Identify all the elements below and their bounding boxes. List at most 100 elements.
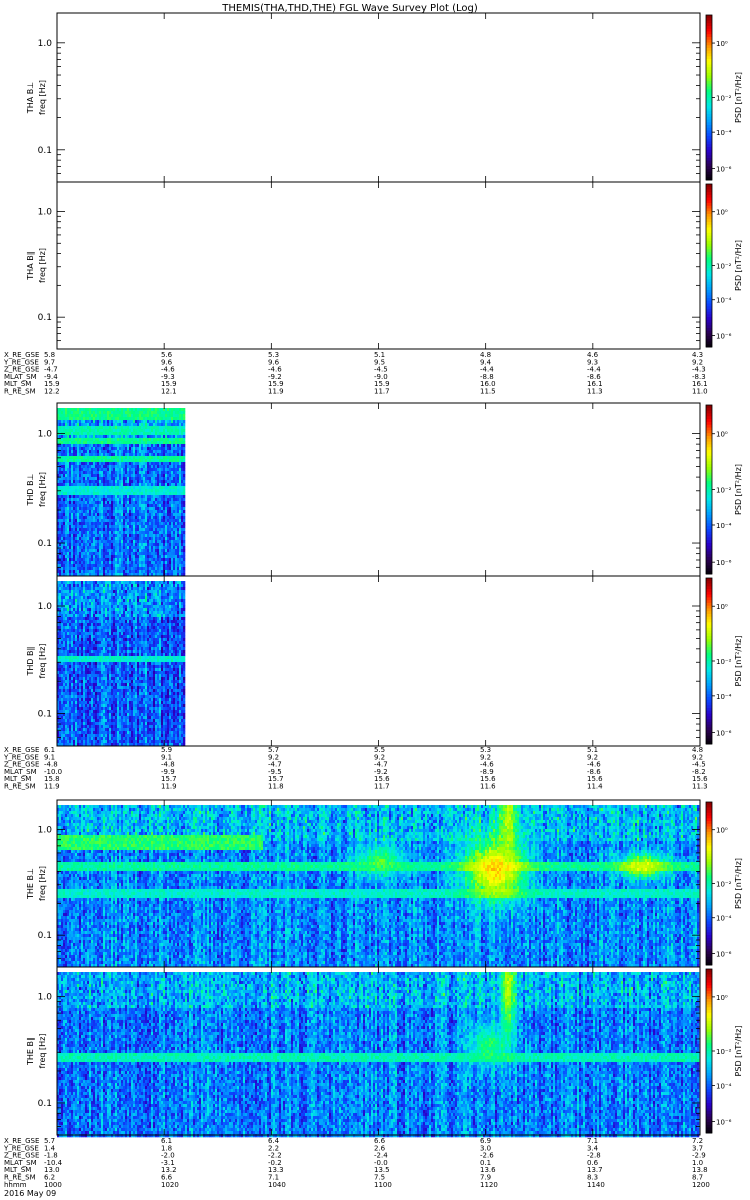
ephemeris-value: 12.1 (161, 388, 177, 396)
ephemeris-value: 11.8 (268, 783, 284, 791)
y-tick-label: 0.1 (38, 539, 52, 549)
y-tick-label: 1.0 (38, 993, 53, 1003)
spectrogram-thd-bperp (57, 408, 185, 576)
y-tick-label: 1.0 (38, 39, 53, 49)
colorbar-tick-label: 10⁰ (716, 827, 728, 835)
y-axis-label: freq [Hz] (38, 866, 47, 901)
panel-frame (57, 182, 700, 349)
colorbar-the-bperp: 10⁰ 10⁻² 10⁻⁴ 10⁻⁶ PSD [nT²/Hz] (706, 802, 743, 966)
y-tick-label: 1.0 (38, 825, 53, 835)
colorbar-tick-label: 10⁻⁴ (716, 693, 732, 701)
ephemeris-value: 1020 (161, 1181, 179, 1189)
y-axis-label: THA B⊥ (26, 82, 35, 114)
ephemeris-value: 11.7 (374, 388, 390, 396)
y-tick-label: 0.1 (38, 931, 52, 941)
y-axis-label: freq [Hz] (38, 248, 47, 283)
colorbar-tick-label: 10⁰ (716, 40, 728, 48)
colorbar-thd-bpar: 10⁰ 10⁻² 10⁻⁴ 10⁻⁶ PSD [nT²/Hz] (706, 578, 743, 745)
ephemeris-value: 1140 (587, 1181, 605, 1189)
panel-the-bpar: 1.0 0.1 THE B∥ freq [Hz] (26, 967, 700, 1137)
colorbar-tick-label: 10⁻² (716, 95, 732, 103)
y-axis-label: THE B⊥ (26, 868, 35, 900)
y-tick-label: 0.1 (38, 1099, 52, 1109)
colorbar-tick-label: 10⁻⁶ (716, 559, 732, 567)
colorbar-tick-label: 10⁰ (716, 209, 728, 217)
ephemeris-label: R_RE_SM (4, 388, 36, 396)
ephemeris-value: 11.3 (692, 783, 708, 791)
colorbar-tick-label: 10⁻² (716, 658, 732, 666)
figure-title: THEMIS(THA,THD,THE) FGL Wave Survey Plot… (221, 3, 478, 14)
ephemeris-value: 1100 (374, 1181, 392, 1189)
colorbar-tick-label: 10⁻⁶ (716, 951, 732, 959)
spectrogram-the-bpar (57, 972, 699, 1137)
ephemeris-value: 1200 (692, 1181, 710, 1189)
ephemeris-label: hhmm (4, 1181, 27, 1189)
colorbar-tick-label: 10⁰ (716, 603, 728, 611)
spectrogram-thd-bpar (57, 581, 185, 746)
ephemeris-value: 11.9 (161, 783, 177, 791)
colorbar-tick-label: 10⁻² (716, 263, 732, 271)
colorbar-tick-label: 10⁻⁶ (716, 729, 732, 737)
spectrogram-the-bperp (57, 805, 699, 967)
y-axis-label: THD B⊥ (26, 473, 35, 506)
panel-thd-bpar: 1.0 0.1 THD B∥ freq [Hz] (26, 576, 700, 746)
colorbar-tick-label: 10⁻² (716, 1048, 732, 1056)
y-tick-label: 0.1 (38, 313, 52, 323)
colorbar-tick-label: 10⁻⁴ (716, 522, 732, 530)
ephemeris-value: 1040 (268, 1181, 286, 1189)
colorbar-label: PSD [nT²/Hz] (734, 240, 743, 291)
colorbar-label: PSD [nT²/Hz] (734, 1026, 743, 1077)
colorbar-label: PSD [nT²/Hz] (734, 464, 743, 515)
panel-tha-bperp: 1.0 0.1 THA B⊥ freq [Hz] (26, 13, 700, 182)
colorbar-label: PSD [nT²/Hz] (734, 858, 743, 909)
ephemeris-value: 1120 (480, 1181, 498, 1189)
colorbar-tick-label: 10⁻⁴ (716, 915, 732, 923)
ephemeris-value: 11.0 (692, 388, 708, 396)
ephemeris-value: 11.7 (374, 783, 390, 791)
ephemeris-value: 1000 (44, 1181, 62, 1189)
y-axis-label: THD B∥ (26, 646, 35, 676)
colorbar-tick-label: 10⁻⁶ (716, 1119, 732, 1127)
colorbar-thd-bperp: 10⁰10⁻²10⁻⁴10⁻⁶PSD [nT²/Hz] (706, 405, 743, 575)
colorbar-tick-label: 10⁰ (716, 431, 728, 439)
ephemeris-value: 12.2 (44, 388, 60, 396)
colorbar-tick-label: 10⁻⁴ (716, 1082, 732, 1090)
colorbar-the-bpar: 10⁰ 10⁻² 10⁻⁴ 10⁻⁶ PSD [nT²/Hz] (706, 969, 743, 1134)
ephemeris-value: 11.9 (44, 783, 60, 791)
colorbar-tha-bpar: 10⁰10⁻²10⁻⁴10⁻⁶PSD [nT²/Hz] (706, 184, 743, 348)
colorbar-tha-bperp: 10⁰ 10⁻² 10⁻⁴ 10⁻⁶ PSD [nT²/Hz] (706, 15, 743, 181)
panel-tha-bpar: 1.00.1THA B∥ freq [Hz] (26, 182, 700, 349)
the-ephem: X_RE_GSE 5.7 6.1 6.4 6.6 6.9 7.1 7.2Y_RE_GSE 1.4… (3, 1137, 710, 1189)
ephemeris-value: 11.9 (268, 388, 284, 396)
y-tick-label: 0.1 (38, 710, 52, 720)
thd-ephem: X_RE_GSE 6.1 5.9 5.7 5.5 5.3 5.1 4.8Y_RE_GSE 9.1… (3, 746, 708, 791)
tha-ephem: X_RE_GSE 5.8 5.6 5.3 5.1 4.8 4.6 4.3Y_RE_GSE 9.7… (3, 351, 708, 396)
colorbar-tick-label: 10⁻⁴ (716, 297, 732, 305)
colorbar-tick-label: 10⁻⁶ (716, 165, 732, 173)
colorbar-label: PSD [nT²/Hz] (734, 72, 743, 123)
y-axis-label: freq [Hz] (38, 644, 47, 679)
y-tick-label: 1.0 (38, 430, 53, 440)
y-axis-label: THE B∥ (26, 1037, 35, 1066)
ephemeris-value: 11.5 (480, 388, 496, 396)
y-axis-label: freq [Hz] (38, 80, 47, 115)
date-label: 2016 May 09 (4, 1189, 56, 1198)
spectrogram-panels: 1.00.1THA B⊥ freq [Hz]1.00.1THA B∥ freq [H… (26, 13, 700, 1137)
ephemeris-label: R_RE_SM (4, 783, 36, 791)
colorbar-tick-label: 10⁻⁴ (716, 129, 732, 137)
panel-thd-bperp: 1.0 0.1 THD B⊥ freq [Hz] (26, 403, 700, 576)
y-tick-label: 1.0 (38, 602, 53, 612)
colorbars: 10⁰10⁻²10⁻⁴10⁻⁶PSD [nT²/Hz]10⁰10⁻²10⁻⁴10… (706, 15, 743, 1134)
colorbar-tick-label: 10⁻² (716, 881, 732, 889)
ephemeris-value: 11.3 (587, 388, 603, 396)
colorbar-label: PSD [nT²/Hz] (734, 636, 743, 687)
wave-survey-figure: THEMIS(THA,THD,THE) FGL Wave Survey Plot… (0, 0, 750, 1200)
y-axis-label: freq [Hz] (38, 1034, 47, 1069)
y-tick-label: 0.1 (38, 146, 52, 156)
y-axis-label: freq [Hz] (38, 472, 47, 507)
y-axis-label: THA B∥ (26, 251, 35, 280)
ephemeris-value: 11.4 (587, 783, 603, 791)
colorbar-tick-label: 10⁰ (716, 994, 728, 1002)
panel-the-bperp: 1.0 0.1 THE B⊥ freq [Hz] (26, 800, 700, 967)
panel-frame (57, 13, 700, 182)
